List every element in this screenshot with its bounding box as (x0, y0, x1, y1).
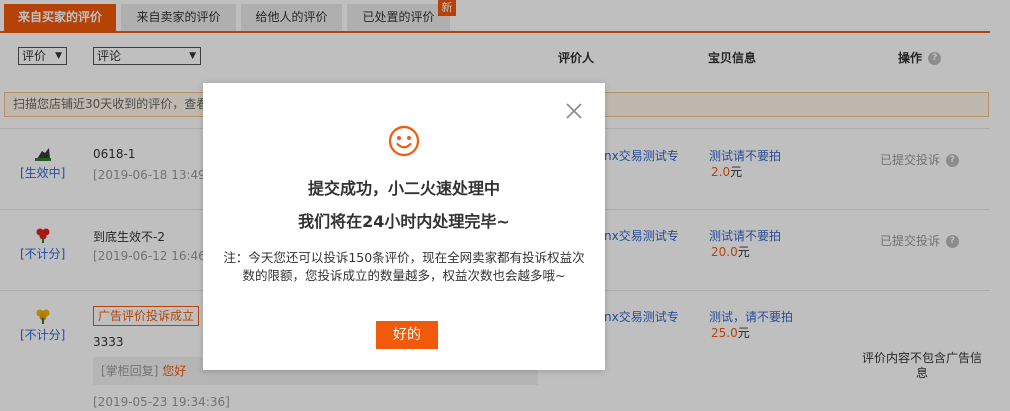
dialog-note: 注：今天您还可以投诉150条评价，现在全网卖家都有投诉权益次数的限额，您投诉成立… (223, 250, 585, 283)
success-dialog: 提交成功，小二火速处理中 我们将在24小时内处理完毕~ 注：今天您还可以投诉15… (203, 83, 605, 370)
ok-button[interactable]: 好的 (376, 321, 438, 349)
smiley-icon (388, 125, 420, 157)
close-icon[interactable] (564, 101, 584, 121)
dialog-subtitle: 我们将在24小时内处理完毕~ (298, 212, 510, 231)
dialog-title: 提交成功，小二火速处理中 (307, 179, 500, 198)
